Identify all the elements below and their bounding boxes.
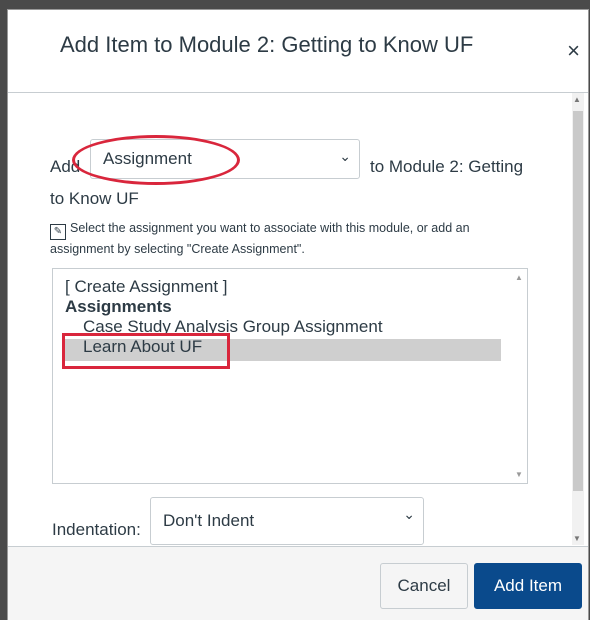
indentation-select[interactable]: Don't Indent ⌄: [150, 497, 424, 545]
close-icon[interactable]: ×: [567, 38, 580, 64]
dialog-footer: Cancel Add Item: [8, 546, 588, 620]
cancel-button[interactable]: Cancel: [380, 563, 468, 609]
indentation-value: Don't Indent: [163, 511, 255, 530]
assignment-listbox[interactable]: [ Create Assignment ] Assignments Case S…: [52, 268, 528, 484]
item-type-value: Assignment: [103, 149, 192, 168]
scroll-down-icon[interactable]: ▼: [515, 470, 523, 479]
chevron-down-icon: ⌄: [403, 506, 415, 522]
dialog-scrollbar[interactable]: ▲ ▼: [572, 93, 584, 545]
scroll-up-icon[interactable]: ▲: [515, 273, 523, 282]
assignments-group-label: Assignments: [65, 297, 172, 316]
module-suffix: to Module 2: Getting: [370, 157, 524, 176]
dialog-title: Add Item to Module 2: Getting to Know UF: [60, 32, 474, 57]
scroll-down-icon[interactable]: ▼: [573, 534, 581, 543]
module-suffix-wrap: to Know UF: [50, 189, 139, 208]
listbox-scrollbar[interactable]: ▲ ▼: [513, 273, 525, 479]
item-type-select[interactable]: Assignment ⌄: [90, 139, 360, 179]
list-item-selected[interactable]: Learn About UF: [65, 337, 383, 357]
hint-label: Select the assignment you want to associ…: [50, 221, 470, 256]
add-item-button[interactable]: Add Item: [474, 563, 582, 609]
dialog-header: Add Item to Module 2: Getting to Know UF…: [8, 10, 588, 93]
add-label: Add: [50, 157, 81, 176]
add-item-dialog: Add Item to Module 2: Getting to Know UF…: [8, 10, 588, 620]
dialog-body: ▲ ▼ Add Assignment ⌄ to Module 2: Gettin…: [8, 93, 588, 545]
list-item[interactable]: Case Study Analysis Group Assignment: [65, 317, 383, 337]
scroll-up-icon[interactable]: ▲: [573, 95, 581, 104]
hint-text: ✎ Select the assignment you want to assoc…: [50, 219, 530, 259]
chevron-down-icon: ⌄: [339, 148, 351, 164]
edit-note-icon: ✎: [50, 224, 66, 240]
scroll-thumb[interactable]: [573, 111, 583, 491]
create-assignment-option[interactable]: [ Create Assignment ]: [65, 277, 383, 297]
indentation-label: Indentation:: [52, 520, 141, 539]
